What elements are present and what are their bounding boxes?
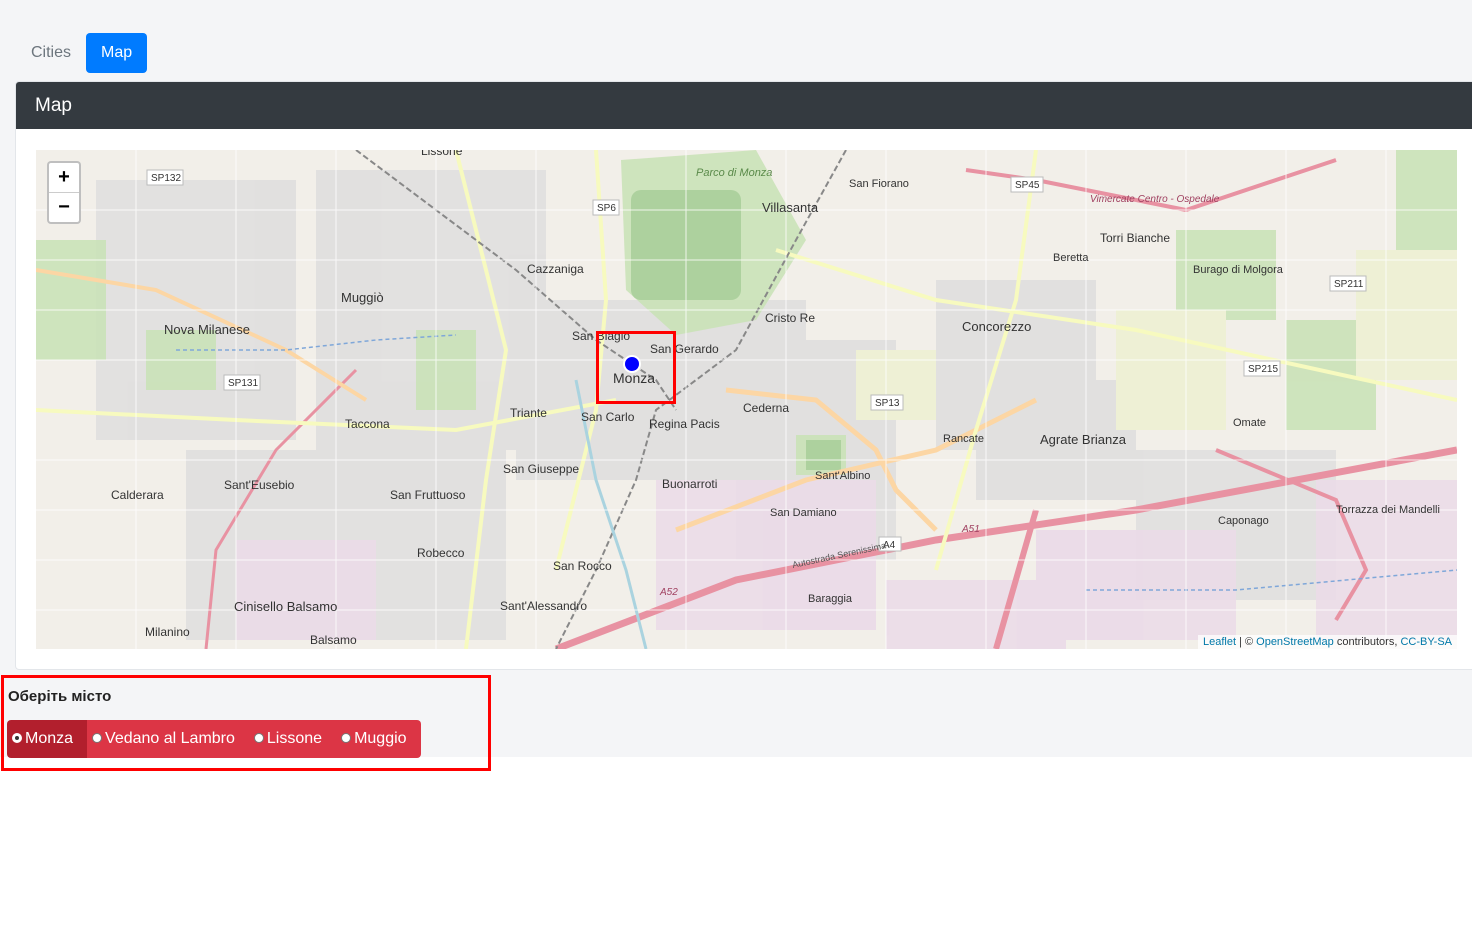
map-label-cinisello: Cinisello Balsamo (234, 599, 337, 614)
map-label-cristo: Cristo Re (765, 311, 815, 325)
license-link[interactable]: CC-BY-SA (1400, 636, 1452, 648)
map-label-monza: Monza (613, 370, 655, 386)
tab-bar: Cities Map (16, 33, 148, 73)
map-label-villasanta: Villasanta (762, 200, 819, 215)
map-view[interactable]: Monza Lissone Muggiò Nova Milanese Cazza… (36, 150, 1457, 649)
road-label-sp13: SP13 (875, 398, 900, 409)
map-label-concorezzo: Concorezzo (962, 319, 1031, 334)
map-label-muggio: Muggiò (341, 290, 384, 305)
map-label-sanbiagio: San Biagio (572, 329, 630, 343)
map-label-sanrocco: San Rocco (553, 559, 612, 573)
map-label-regina: Regina Pacis (649, 417, 720, 431)
map-label-caponago: Caponago (1218, 515, 1269, 527)
map-label-sanfiorano: San Fiorano (849, 178, 909, 190)
map-label-sangerardo: San Gerardo (650, 342, 719, 356)
map-label-rancate: Rancate (943, 433, 984, 445)
city-option-vedano[interactable]: Vedano al Lambro (87, 720, 249, 758)
road-label-sp131: SP131 (228, 378, 258, 389)
city-selector-title: Оберіть місто (8, 688, 112, 705)
map-label-sancarlo: San Carlo (581, 410, 635, 424)
map-label-calderara: Calderara (111, 488, 164, 502)
road-label-sp6: SP6 (597, 203, 616, 214)
road-label-sp45: SP45 (1015, 180, 1040, 191)
tab-cities[interactable]: Cities (16, 33, 86, 73)
map-label-omate: Omate (1233, 417, 1266, 429)
map-label-burago: Burago di Molgora (1193, 264, 1284, 276)
card-title: Map (16, 82, 1472, 129)
map-label-baraggia: Baraggia (808, 593, 853, 605)
map-label-nova: Nova Milanese (164, 322, 250, 337)
map-label-santalbino: Sant'Albino (815, 470, 870, 482)
road-label-vimercate: Vimercate Centro - Ospedale (1090, 194, 1220, 205)
map-label-santalessandro: Sant'Alessandro (500, 599, 587, 613)
road-label-sp211: SP211 (1334, 279, 1364, 290)
city-option-label: Muggio (354, 730, 407, 747)
location-marker[interactable] (625, 357, 639, 371)
map-label-torrazza: Torrazza dei Mandelli (1336, 504, 1440, 516)
zoom-control: + − (47, 161, 81, 224)
city-option-label: Vedano al Lambro (105, 730, 235, 747)
road-label-sp215: SP215 (1248, 364, 1278, 375)
map-card: Map Monza Lissone Muggiò Nova Milanese C… (15, 81, 1472, 670)
tab-map[interactable]: Map (86, 33, 148, 73)
road-label-a52: A52 (659, 587, 678, 598)
city-option-muggio[interactable]: Muggio (336, 720, 421, 758)
leaflet-link[interactable]: Leaflet (1203, 636, 1236, 648)
city-option-label: Monza (25, 730, 74, 747)
city-radio-group: Monza Vedano al Lambro Lissone Muggio (7, 720, 421, 758)
road-label-sp132: SP132 (151, 173, 181, 184)
map-label-sangiuseppe: San Giuseppe (503, 462, 579, 476)
map-label-lissone: Lissone (421, 150, 463, 158)
map-label-balsamo: Balsamo (310, 633, 357, 647)
map-label-taccona: Taccona (345, 417, 390, 431)
map-label-agrate: Agrate Brianza (1040, 432, 1127, 447)
radio-icon[interactable] (92, 733, 103, 743)
attribution-contrib: contributors, (1333, 636, 1401, 648)
zoom-out-button[interactable]: − (49, 193, 79, 222)
map-label-triante: Triante (510, 406, 547, 420)
map-label-sanfruttuoso: San Fruttuoso (390, 488, 466, 502)
map-label-parco: Parco di Monza (696, 167, 772, 179)
city-option-monza[interactable]: Monza (7, 720, 88, 758)
osm-link[interactable]: OpenStreetMap (1256, 636, 1334, 648)
city-option-label: Lissone (266, 730, 323, 747)
zoom-in-button[interactable]: + (49, 163, 79, 193)
map-label-sandamiano: San Damiano (770, 507, 837, 519)
map-attribution: Leaflet | © OpenStreetMap contributors, … (1197, 635, 1457, 649)
map-tiles: Monza Lissone Muggiò Nova Milanese Cazza… (36, 150, 1457, 649)
map-label-robecco: Robecco (417, 546, 465, 560)
map-label-milanino: Milanino (145, 625, 190, 639)
map-label-santeusebio: Sant'Eusebio (224, 478, 295, 492)
map-label-beretta: Beretta (1053, 252, 1089, 264)
road-label-a51: A51 (961, 524, 980, 535)
city-option-lissone[interactable]: Lissone (248, 720, 337, 758)
map-label-torri: Torri Bianche (1100, 231, 1170, 245)
radio-icon[interactable] (341, 733, 352, 743)
map-label-buonarroti: Buonarroti (662, 477, 717, 491)
map-label-cazzaniga: Cazzaniga (527, 262, 584, 276)
radio-selected-icon[interactable] (12, 733, 22, 743)
attribution-sep: | © (1236, 636, 1257, 648)
map-label-cederna: Cederna (743, 401, 789, 415)
radio-icon[interactable] (253, 733, 264, 743)
